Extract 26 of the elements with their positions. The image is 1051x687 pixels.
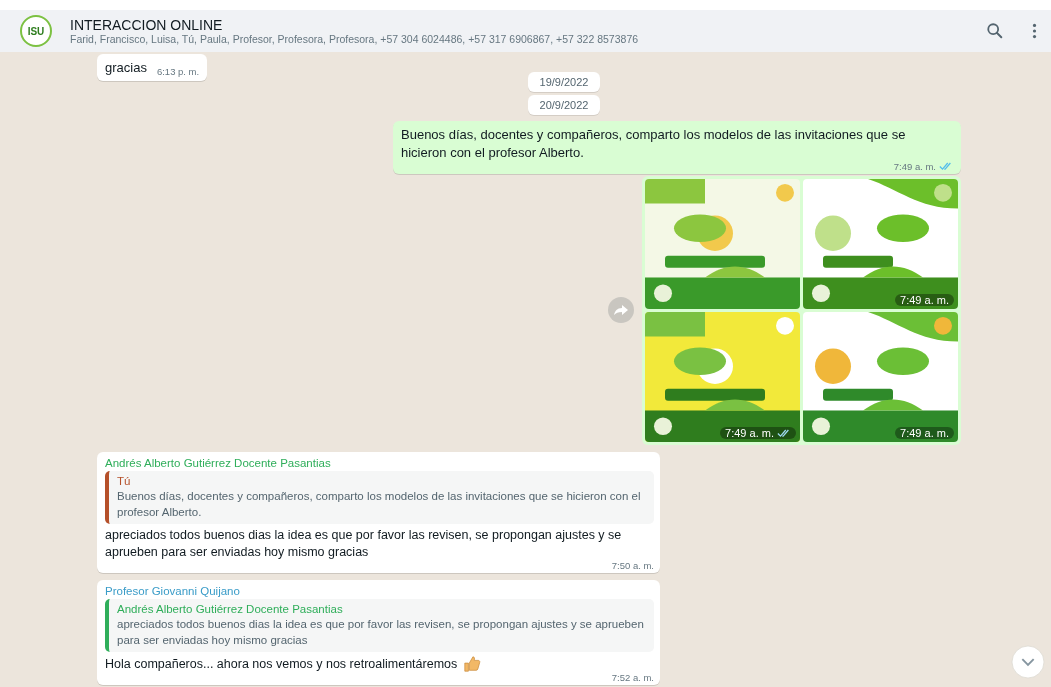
sender-name: Profesor Giovanni Quijano [105, 585, 240, 597]
quote-author: Tú [117, 475, 132, 487]
message-time: 7:49 a. m. [893, 161, 936, 172]
group-avatar[interactable]: ISU [20, 15, 52, 47]
image-time: 7:49 a. m. [725, 427, 774, 439]
sender-name: Andrés Alberto Gutiérrez Docente Pasantias [105, 457, 331, 469]
message-time: 7:52 a. m. [611, 672, 654, 683]
quote-text: apreciados todos buenos dias la idea es que por favor las revisen, se propongan ajustes y se aprueben para ser enviadas hoy mismo gracias [117, 617, 645, 648]
message-text: apreciados todos buenos dias la idea es que por favor las revisen, se propongan ajustes y se aprueben para ser enviadas hoy mismo gracias [105, 527, 623, 561]
image-time: 7:49 a. m. [900, 427, 949, 439]
quoted-message[interactable]: Tú Buenos días, docentes y compañeros, comparto los modelos de las invitaciones que se hicieron con el profesor Alberto. [105, 471, 654, 524]
message-time: 7:50 a. m. [611, 560, 654, 571]
quoted-message[interactable]: Andrés Alberto Gutiérrez Docente Pasantias apreciados todos buenos dias la idea es que por favor las revisen, se propongan ajustes y se aprueben para ser enviadas hoy mismo gracias [105, 599, 654, 652]
image-time: 7:49 a. m. [900, 294, 949, 306]
message-text: gracias [105, 59, 147, 77]
date-chip: 19/9/2022 [527, 72, 601, 92]
quote-author: Andrés Alberto Gutiérrez Docente Pasantias [117, 603, 344, 615]
message-text: Buenos días, docentes y compañeros, comparto los modelos de las invitaciones que se hicieron con el profesor Alberto. [401, 126, 907, 162]
message-time: 6:13 p. m. [156, 66, 200, 77]
quote-text: Buenos días, docentes y compañeros, comparto los modelos de las invitaciones que se hicieron con el profesor Alberto. [117, 489, 642, 520]
participants-list: Farid, Francisco, Luisa, Tú, Paula, Profesor, Profesora, Profesora, +57 304 6024486, +57 317 6906867, +57 322 8573876 [70, 33, 958, 45]
message-text: Hola compañeros... ahora nos vemos y nos retroalimentáremos [105, 655, 458, 673]
date-chip: 20/9/2022 [527, 95, 601, 115]
search-icon[interactable] [986, 22, 1004, 40]
menu-icon[interactable] [1032, 23, 1037, 39]
chat-title: INTERACCION ONLINE [70, 17, 224, 33]
